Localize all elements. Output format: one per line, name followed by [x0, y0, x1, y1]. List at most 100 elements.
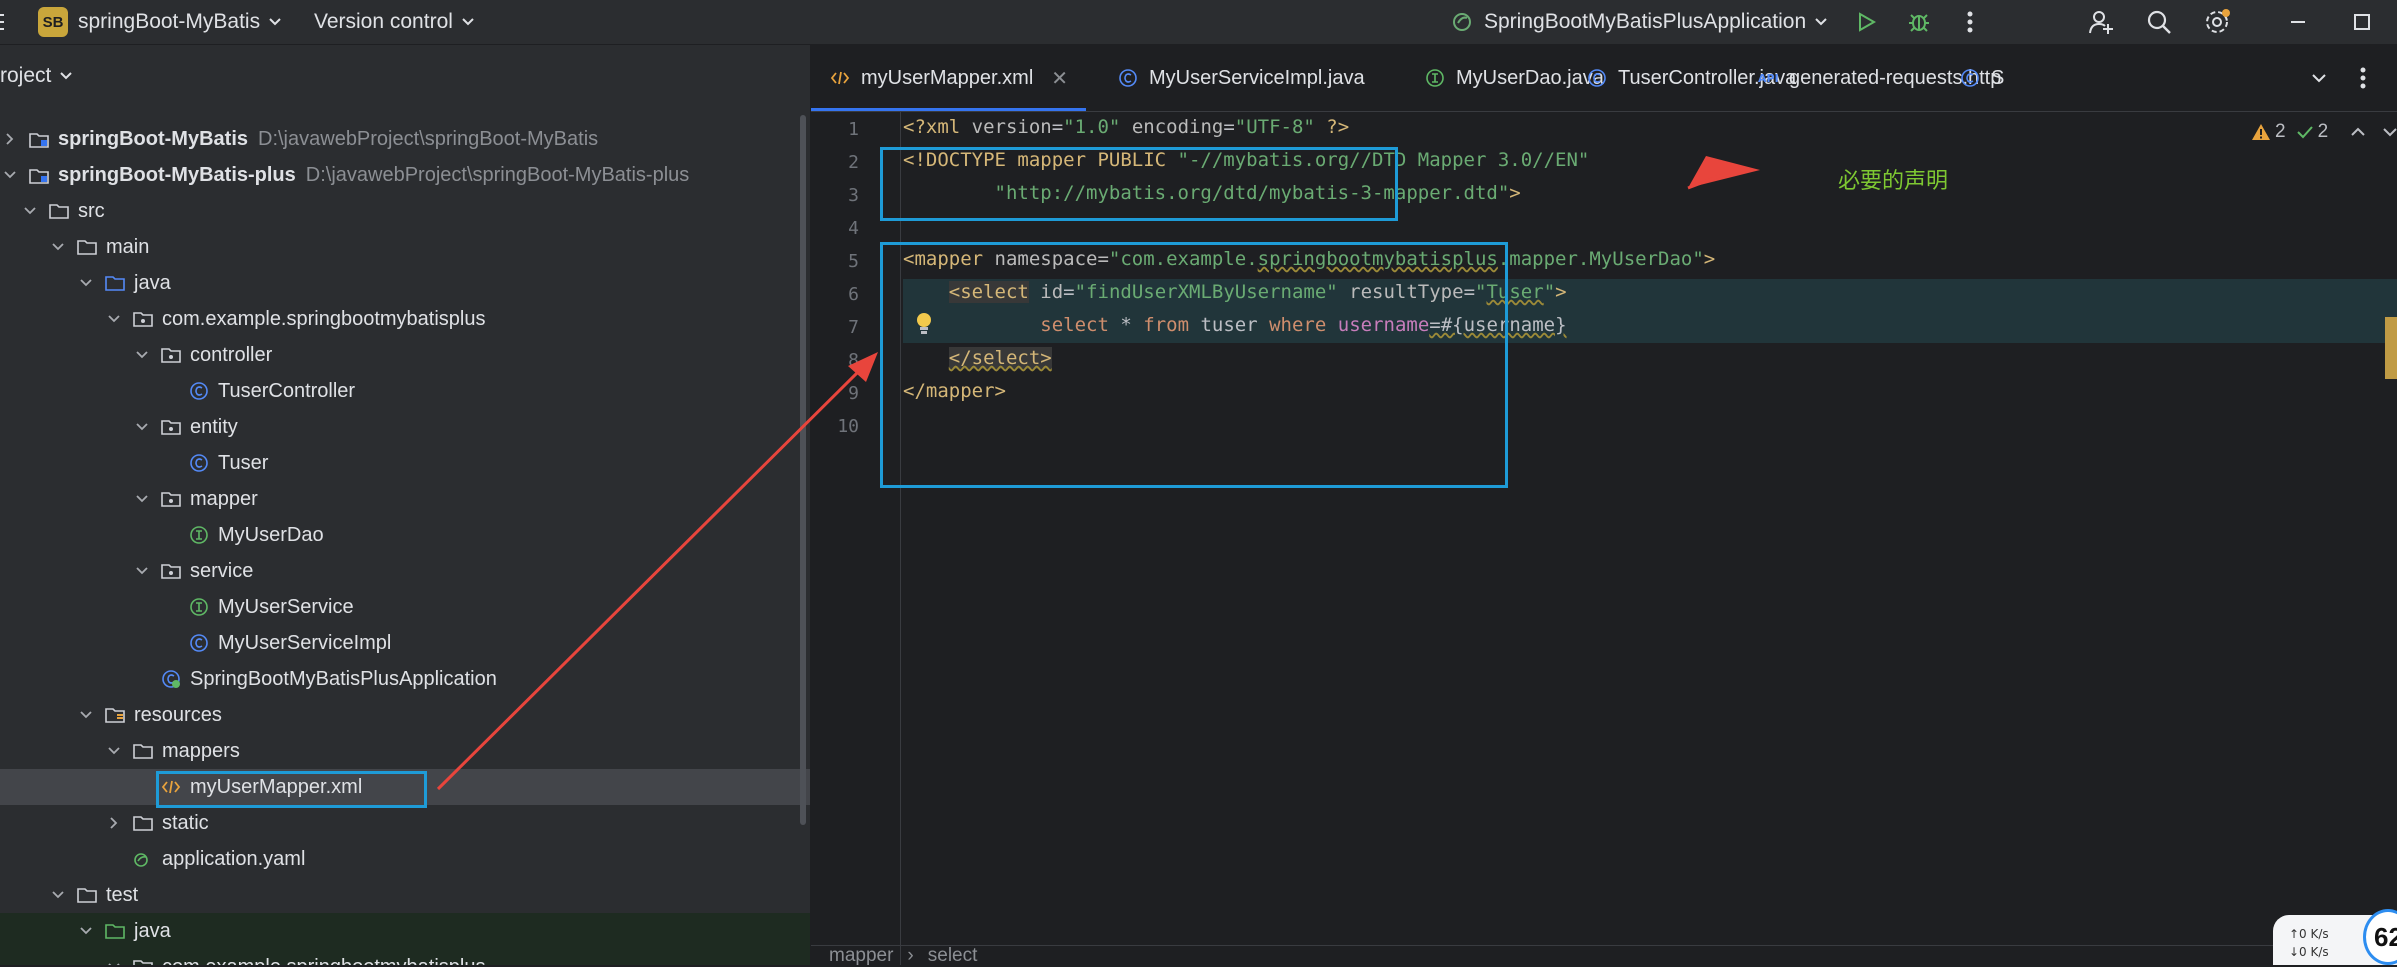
debug-button[interactable]	[1904, 7, 1934, 37]
run-configuration-selector[interactable]: SpringBootMyBatisPlusApplication	[1450, 0, 1828, 44]
tree-item-entity[interactable]: entity	[0, 409, 810, 445]
line-number[interactable]: 4	[811, 218, 859, 239]
chevron-down-icon[interactable]	[51, 890, 65, 900]
tree-item-main[interactable]: main	[0, 229, 810, 265]
line-number[interactable]: 9	[811, 383, 859, 404]
tree-item-application-yaml[interactable]: application.yaml	[0, 841, 810, 877]
chevron-down-icon[interactable]	[135, 422, 149, 432]
tree-expander[interactable]	[76, 705, 96, 725]
gutter-divider	[900, 111, 901, 965]
tree-expander[interactable]	[0, 129, 20, 149]
minimize-window-button[interactable]	[2283, 7, 2313, 37]
code-with-me-button[interactable]	[2086, 7, 2116, 37]
chevron-down-icon[interactable]	[79, 710, 93, 720]
tree-item-src[interactable]: src	[0, 193, 810, 229]
tree-item-static[interactable]: static	[0, 805, 810, 841]
tree-expander[interactable]	[160, 597, 180, 617]
search-everywhere-button[interactable]	[2144, 7, 2174, 37]
editor-more-button[interactable]	[2360, 45, 2366, 111]
tree-item-java[interactable]: java	[0, 913, 810, 949]
tree-item-controller[interactable]: controller	[0, 337, 810, 373]
tree-expander[interactable]	[132, 777, 152, 797]
line-number[interactable]: 5	[811, 251, 859, 272]
project-view-selector[interactable]: roject	[0, 61, 73, 91]
tree-expander[interactable]	[104, 849, 124, 869]
tree-item-resources[interactable]: resources	[0, 697, 810, 733]
chevron-down-icon[interactable]	[107, 746, 121, 756]
chevron-down-icon[interactable]	[79, 278, 93, 288]
chevron-down-icon[interactable]	[23, 206, 37, 216]
tree-item-test[interactable]: test	[0, 877, 810, 913]
project-switcher[interactable]: SB springBoot-MyBatis	[38, 0, 282, 44]
tree-expander[interactable]	[160, 525, 180, 545]
tree-item-tusercontroller[interactable]: TuserController	[0, 373, 810, 409]
line-number[interactable]: 1	[811, 119, 859, 140]
tree-expander[interactable]	[20, 201, 40, 221]
tree-item-myuserservice[interactable]: MyUserService	[0, 589, 810, 625]
tree-expander[interactable]	[48, 885, 68, 905]
settings-button[interactable]	[2203, 7, 2233, 37]
run-button[interactable]	[1851, 7, 1881, 37]
tree-item-java[interactable]: java	[0, 265, 810, 301]
tree-expander[interactable]	[0, 165, 20, 185]
breadcrumb-item-select[interactable]: select	[928, 945, 978, 967]
editor-scroll-marker[interactable]	[2385, 317, 2397, 379]
main-menu-button[interactable]	[0, 0, 12, 44]
tree-expander[interactable]	[104, 309, 124, 329]
tree-item-com-example-springbootmybatisplus[interactable]: com.example.springbootmybatisplus	[0, 949, 810, 965]
line-number[interactable]: 3	[811, 185, 859, 206]
chevron-right-icon[interactable]	[109, 816, 119, 830]
tree-expander[interactable]	[132, 345, 152, 365]
chevron-right-icon[interactable]	[5, 132, 15, 146]
chevron-down-icon[interactable]	[135, 566, 149, 576]
run-config-name: SpringBootMyBatisPlusApplication	[1484, 10, 1807, 33]
tree-item-myuserdao[interactable]: MyUserDao	[0, 517, 810, 553]
line-number[interactable]: 10	[811, 416, 859, 437]
tree-item-springbootmybatisplusapplication[interactable]: SpringBootMyBatisPlusApplication	[0, 661, 810, 697]
tree-item-mappers[interactable]: mappers	[0, 733, 810, 769]
tree-item-springboot-mybatis[interactable]: springBoot-MyBatis D:\javawebProject\spri…	[0, 121, 810, 157]
line-number[interactable]: 2	[811, 152, 859, 173]
version-control-menu[interactable]: Version control	[314, 0, 475, 44]
tree-item-tuser[interactable]: Tuser	[0, 445, 810, 481]
chevron-down-icon[interactable]	[135, 350, 149, 360]
tree-expander[interactable]	[76, 273, 96, 293]
tree-item-myuserserviceimpl[interactable]: MyUserServiceImpl	[0, 625, 810, 661]
tree-expander[interactable]	[132, 489, 152, 509]
tab-s[interactable]: S	[1941, 45, 2022, 111]
chevron-down-icon[interactable]	[107, 314, 121, 324]
line-number[interactable]: 6	[811, 284, 859, 305]
tab-myuserserviceimpl-java[interactable]: MyUserServiceImpl.java	[1099, 45, 1383, 111]
tree-item-com-example-springbootmybatisplus[interactable]: com.example.springbootmybatisplus	[0, 301, 810, 337]
tree-expander[interactable]	[48, 237, 68, 257]
tree-expander[interactable]	[76, 921, 96, 941]
tree-expander[interactable]	[132, 561, 152, 581]
tree-item-mapper[interactable]: mapper	[0, 481, 810, 517]
maximize-window-button[interactable]	[2347, 7, 2377, 37]
chevron-down-icon[interactable]	[3, 170, 17, 180]
breadcrumb-item-mapper[interactable]: mapper	[829, 945, 893, 967]
more-actions-button[interactable]	[1955, 7, 1985, 37]
tree-expander[interactable]	[160, 381, 180, 401]
tree-expander[interactable]	[132, 669, 152, 689]
tree-item-springboot-mybatis-plus[interactable]: springBoot-MyBatis-plus D:\javawebProject…	[0, 157, 810, 193]
chevron-down-icon[interactable]	[51, 242, 65, 252]
tabs-overflow-button[interactable]	[2311, 45, 2327, 111]
tree-item-label: static	[162, 811, 209, 834]
tree-item-service[interactable]: service	[0, 553, 810, 589]
gear-icon	[2206, 9, 2230, 33]
tree-expander[interactable]	[104, 813, 124, 833]
chevron-down-icon[interactable]	[79, 926, 93, 936]
project-tree-scrollbar[interactable]	[800, 115, 806, 825]
tree-expander[interactable]	[104, 957, 124, 965]
code-editor[interactable]: <?xml version="1.0" encoding="UTF-8" ?> …	[903, 111, 2393, 965]
chevron-down-icon[interactable]	[135, 494, 149, 504]
line-number[interactable]: 7	[811, 317, 859, 338]
tab-myusermapper-xml[interactable]: myUserMapper.xml ✕	[811, 45, 1087, 111]
close-icon[interactable]: ✕	[1051, 66, 1068, 91]
line-number[interactable]: 8	[811, 350, 859, 371]
tree-expander[interactable]	[104, 741, 124, 761]
tree-expander[interactable]	[132, 417, 152, 437]
tree-expander[interactable]	[160, 633, 180, 653]
tree-expander[interactable]	[160, 453, 180, 473]
